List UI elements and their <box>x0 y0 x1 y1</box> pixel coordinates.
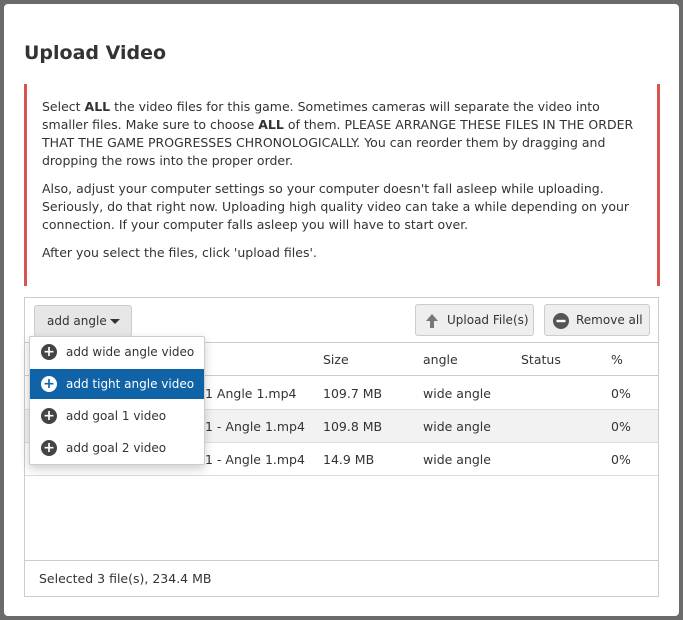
menu-item-label: add goal 1 video <box>66 409 167 423</box>
file-percent: 0% <box>611 386 631 401</box>
minus-circle-icon <box>553 313 569 329</box>
selection-summary: Selected 3 file(s), 234.4 MB <box>25 560 658 596</box>
file-size: 14.9 MB <box>323 452 375 467</box>
add-angle-label: add angle <box>47 314 107 328</box>
notice-paragraph-3: After you select the files, click 'uploa… <box>42 245 317 260</box>
plus-circle-icon: + <box>41 440 57 456</box>
remove-all-label: Remove all <box>576 313 643 327</box>
menu-item-label: add tight angle video <box>66 377 195 391</box>
plus-circle-icon: + <box>41 408 57 424</box>
menu-item-add-tight-angle-video[interactable]: + add tight angle video <box>30 369 204 399</box>
menu-item-label: add goal 2 video <box>66 441 167 455</box>
caret-down-icon <box>110 319 120 324</box>
size-column-header: Size <box>323 352 349 367</box>
notice-paragraph-1: Select ALL the video files for this game… <box>42 99 634 168</box>
arrow-up-icon <box>426 314 438 328</box>
file-size: 109.7 MB <box>323 386 383 401</box>
upload-video-modal: Upload Video Select ALL the video files … <box>4 4 679 616</box>
file-angle: wide angle <box>423 419 491 434</box>
file-name: 1 Angle 1.mp4 <box>205 386 297 401</box>
menu-item-add-wide-angle-video[interactable]: + add wide angle video <box>30 337 204 367</box>
file-percent: 0% <box>611 419 631 434</box>
angle-column-header: angle <box>423 352 458 367</box>
modal-title: Upload Video <box>24 42 167 64</box>
add-angle-menu: + add wide angle video + add tight angle… <box>29 336 205 465</box>
file-name: 1 - Angle 1.mp4 <box>205 452 305 467</box>
status-column-header: Status <box>521 352 561 367</box>
menu-item-add-goal-1-video[interactable]: + add goal 1 video <box>30 401 204 431</box>
file-name: 1 - Angle 1.mp4 <box>205 419 305 434</box>
menu-item-label: add wide angle video <box>66 345 195 359</box>
add-angle-dropdown-button[interactable]: add angle <box>34 305 132 337</box>
plus-circle-icon: + <box>41 376 57 392</box>
file-size: 109.8 MB <box>323 419 383 434</box>
file-angle: wide angle <box>423 386 491 401</box>
instructions-notice: Select ALL the video files for this game… <box>24 84 660 286</box>
file-percent: 0% <box>611 452 631 467</box>
upload-files-button[interactable]: Upload File(s) <box>415 304 534 336</box>
file-angle: wide angle <box>423 452 491 467</box>
notice-paragraph-2: Also, adjust your computer settings so y… <box>42 181 630 232</box>
upload-files-label: Upload File(s) <box>447 313 529 327</box>
percent-column-header: % <box>611 352 623 367</box>
plus-circle-icon: + <box>41 344 57 360</box>
remove-all-button[interactable]: Remove all <box>544 304 650 336</box>
menu-item-add-goal-2-video[interactable]: + add goal 2 video <box>30 433 204 463</box>
